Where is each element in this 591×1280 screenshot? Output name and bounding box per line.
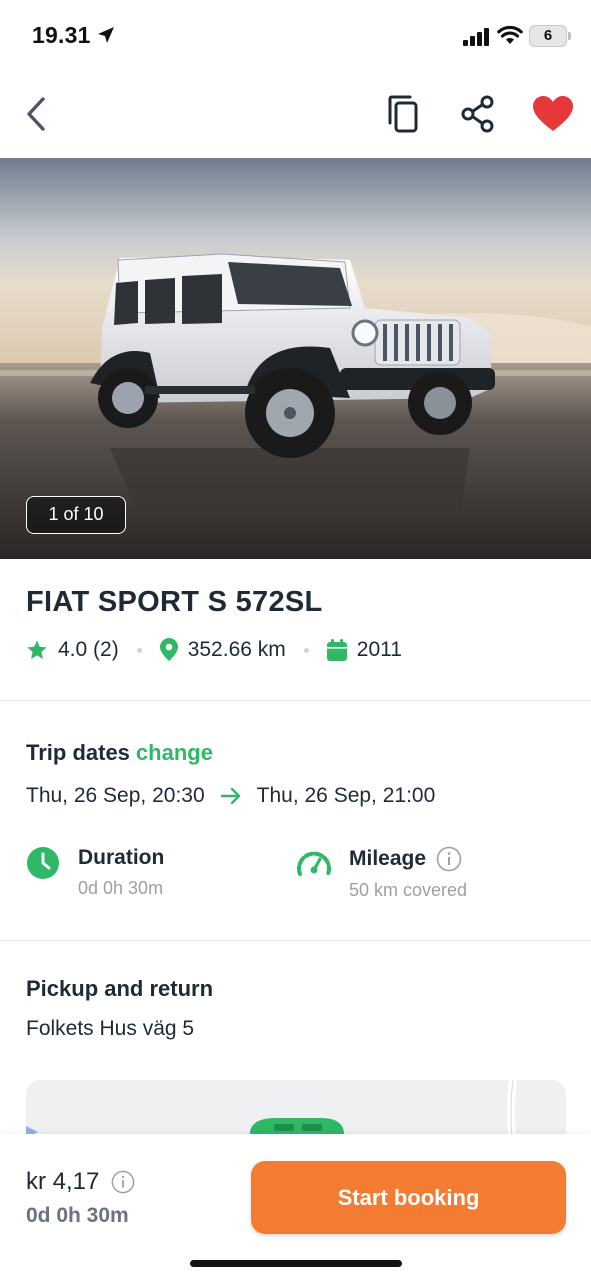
price-row: kr 4,17 — [26, 1168, 135, 1196]
speedometer-icon — [297, 851, 331, 876]
map-pin-icon — [159, 638, 178, 661]
back-button[interactable] — [8, 78, 64, 150]
status-time: 19.31 — [32, 22, 91, 48]
year: 2011 — [326, 638, 402, 662]
trip-date-range: Thu, 26 Sep, 20:30 Thu, 26 Sep, 21:00 — [26, 784, 435, 808]
duration-spec: Duration 0d 0h 30m — [26, 846, 164, 899]
mileage-value: 50 km covered — [349, 880, 468, 900]
duration-label: Duration — [78, 846, 165, 869]
copy-button[interactable] — [375, 78, 431, 150]
signal-icon — [463, 28, 489, 46]
clock-icon — [27, 847, 59, 879]
copy-icon — [388, 95, 418, 133]
heart-icon — [533, 96, 573, 131]
trip-dates-title: Trip dates — [26, 740, 130, 765]
distance-value: 352.66 km — [187, 638, 286, 661]
star-icon — [27, 640, 47, 659]
rating: 4.0 (2) — [26, 638, 119, 662]
car-photo-gallery[interactable]: 1 of 10 — [0, 158, 591, 559]
arrow-right-icon — [220, 788, 240, 804]
year-value: 2011 — [356, 638, 402, 661]
separator-dot — [303, 647, 309, 653]
favorite-button[interactable] — [525, 78, 581, 150]
battery-indicator: 6 — [529, 25, 571, 47]
separator-dot — [136, 647, 142, 653]
mileage-spec: Mileage 50 km covered — [296, 846, 467, 901]
booking-duration: 0d 0h 30m — [26, 1204, 129, 1227]
share-icon — [461, 95, 494, 133]
car-meta-row: 4.0 (2) 352.66 km 2011 — [26, 636, 402, 664]
info-icon[interactable] — [111, 1170, 135, 1194]
trip-end: Thu, 26 Sep, 21:00 — [256, 784, 436, 807]
trip-dates-header: Trip dates change — [26, 740, 213, 766]
distance: 352.66 km — [159, 638, 286, 662]
mileage-label: Mileage — [349, 847, 427, 870]
price-value: kr 4,17 — [26, 1168, 100, 1195]
booking-bar: kr 4,17 0d 0h 30m Start booking — [0, 1134, 591, 1280]
divider — [0, 940, 591, 941]
home-indicator[interactable] — [190, 1260, 402, 1267]
duration-value: 0d 0h 30m — [78, 878, 164, 898]
car-title: FIAT SPORT S 572SL — [26, 586, 323, 618]
back-chevron-icon — [27, 97, 45, 131]
photo-counter: 1 of 10 — [26, 496, 126, 534]
trip-start: Thu, 26 Sep, 20:30 — [26, 784, 205, 807]
info-icon[interactable] — [436, 846, 462, 872]
rating-value: 4.0 (2) — [58, 638, 119, 661]
calendar-icon — [326, 639, 347, 661]
share-button[interactable] — [450, 78, 506, 150]
start-booking-button[interactable]: Start booking — [251, 1161, 566, 1234]
change-dates-link[interactable]: change — [136, 740, 213, 765]
mileage-label-row: Mileage — [349, 846, 467, 872]
status-bar: 19.31 6 — [0, 0, 591, 70]
wifi-icon — [497, 25, 523, 44]
pickup-title: Pickup and return — [26, 976, 214, 1001]
nav-bar — [0, 78, 591, 150]
location-arrow-icon — [98, 27, 114, 43]
pickup-address: Folkets Hus väg 5 — [26, 1017, 195, 1040]
divider — [0, 700, 591, 701]
